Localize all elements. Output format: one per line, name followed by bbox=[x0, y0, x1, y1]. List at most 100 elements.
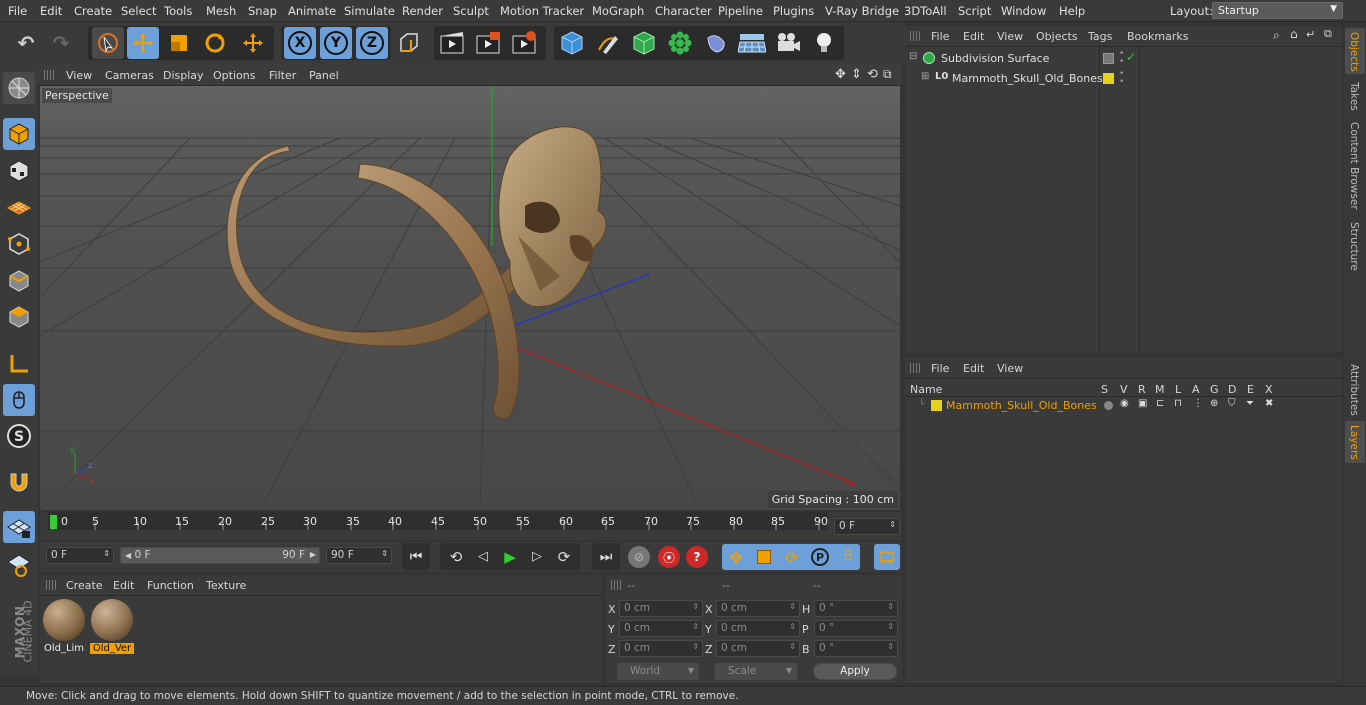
objects-menu-objects[interactable]: Objects bbox=[1036, 30, 1078, 43]
size-z-field[interactable]: 0 cm ⇕ bbox=[716, 640, 800, 657]
objects-menu-edit[interactable]: Edit bbox=[963, 30, 984, 43]
panel-grip-icon[interactable] bbox=[910, 363, 920, 373]
y-axis-lock-button[interactable]: Y bbox=[320, 27, 352, 59]
material-menu-texture[interactable]: Texture bbox=[206, 579, 246, 592]
menu-render[interactable]: Render bbox=[402, 4, 443, 18]
column-deformers[interactable]: D bbox=[1228, 383, 1236, 396]
column-render[interactable]: R bbox=[1138, 383, 1146, 396]
snapping-magnet-icon[interactable] bbox=[3, 466, 35, 498]
viewport-menu-display[interactable]: Display bbox=[163, 69, 204, 82]
visibility-dots-icon[interactable]: • • bbox=[1119, 50, 1124, 67]
collapse-toggle-icon[interactable]: ⊟ bbox=[909, 51, 917, 62]
scale-mode-select[interactable]: Scale ▼ bbox=[715, 663, 797, 680]
planar-workplane-icon[interactable] bbox=[3, 548, 35, 580]
timeline-window-icon[interactable]: 🎞 bbox=[874, 544, 900, 570]
column-locked[interactable]: L bbox=[1175, 383, 1181, 396]
lock-icon[interactable]: ⊓ bbox=[1174, 398, 1182, 409]
redo-icon[interactable]: ↷ bbox=[45, 27, 77, 59]
menu-script[interactable]: Script bbox=[958, 4, 991, 18]
camera-icon[interactable] bbox=[772, 27, 804, 59]
solo-mode-icon[interactable]: S bbox=[3, 420, 35, 452]
menu-window[interactable]: Window bbox=[1001, 4, 1046, 18]
column-view[interactable]: V bbox=[1120, 383, 1128, 396]
size-x-field[interactable]: 0 cm ⇕ bbox=[716, 600, 800, 617]
floor-environment-icon[interactable] bbox=[736, 27, 768, 59]
menu-mograph[interactable]: MoGraph bbox=[592, 4, 644, 18]
layer-name[interactable]: Mammoth_Skull_Old_Bones bbox=[946, 399, 1097, 412]
rotate-tool-icon[interactable] bbox=[199, 27, 231, 59]
previous-frame-icon[interactable]: ◁ bbox=[470, 543, 496, 570]
record-pla-icon[interactable]: ⠿ bbox=[836, 545, 860, 569]
scale-tool-icon[interactable] bbox=[163, 27, 195, 59]
viewport-menu-filter[interactable]: Filter bbox=[269, 69, 296, 82]
current-frame-field[interactable]: 0 F ⇕ bbox=[834, 518, 900, 535]
rot-b-field[interactable]: 0 ° ⇕ bbox=[814, 640, 898, 657]
layer-color-chip[interactable] bbox=[1103, 53, 1114, 64]
range-left-arrow-icon[interactable]: ◀ bbox=[125, 551, 131, 560]
search-icon[interactable]: ⌕ bbox=[1273, 28, 1280, 43]
camera-label[interactable]: Perspective bbox=[42, 88, 112, 103]
menu-sculpt[interactable]: Sculpt bbox=[453, 4, 489, 18]
menu-file[interactable]: File bbox=[8, 4, 27, 18]
texture-mode-icon[interactable] bbox=[3, 155, 35, 187]
new-view-icon[interactable]: ⧉ bbox=[1324, 27, 1332, 41]
point-mode-icon[interactable] bbox=[3, 228, 35, 260]
end-frame-field[interactable]: 90 F ⇕ bbox=[326, 547, 392, 564]
record-active-objects-icon[interactable]: ⦿ bbox=[658, 546, 680, 568]
cloner-icon[interactable] bbox=[664, 27, 696, 59]
3d-viewport[interactable]: y z x Perspective Grid Spacing : 100 cm bbox=[40, 86, 900, 510]
expression-icon[interactable]: ⏷ bbox=[1246, 398, 1254, 409]
record-scale-icon[interactable] bbox=[752, 545, 776, 569]
spinner-icon[interactable]: ⇕ bbox=[692, 642, 699, 651]
spinner-icon[interactable]: ⇕ bbox=[887, 602, 894, 611]
tab-attributes[interactable]: Attributes bbox=[1345, 360, 1365, 418]
render-settings-icon[interactable] bbox=[508, 27, 540, 59]
menu-animate[interactable]: Animate bbox=[288, 4, 336, 18]
home-icon[interactable]: ⌂ bbox=[1290, 27, 1298, 41]
cube-icon[interactable] bbox=[556, 27, 588, 59]
spinner-icon[interactable]: ⇕ bbox=[692, 602, 699, 611]
tab-objects[interactable]: Objects bbox=[1345, 28, 1365, 74]
polygon-mode-icon[interactable] bbox=[3, 301, 35, 333]
play-forward-icon[interactable]: ▶ bbox=[497, 543, 523, 570]
pos-y-field[interactable]: 0 cm ⇕ bbox=[619, 620, 703, 637]
visibility-dots-icon[interactable]: • • bbox=[1119, 70, 1124, 87]
spinner-icon[interactable]: ⇕ bbox=[381, 549, 388, 558]
menu-vray-bridge[interactable]: V-Ray Bridge bbox=[825, 4, 899, 18]
enabled-check-icon[interactable]: ✓ bbox=[1126, 50, 1136, 64]
apply-button[interactable]: Apply bbox=[813, 663, 897, 680]
viewport-menu-view[interactable]: View bbox=[66, 69, 92, 82]
spinner-icon[interactable]: ⇕ bbox=[789, 622, 796, 631]
next-key-icon[interactable]: ⟳ bbox=[551, 543, 577, 570]
spinner-icon[interactable]: ⇕ bbox=[887, 622, 894, 631]
rotate-view-icon[interactable]: ⟲ bbox=[867, 67, 878, 82]
subdivision-surface-icon[interactable] bbox=[628, 27, 660, 59]
render-view-icon[interactable] bbox=[436, 27, 468, 59]
layer-row[interactable]: └ Mammoth_Skull_Old_Bones ◉ ▣ ⊏ ⊓ ⋮ ⊕ ⛉ … bbox=[905, 398, 1342, 414]
column-expressions[interactable]: E bbox=[1247, 383, 1254, 396]
menu-tools[interactable]: Tools bbox=[164, 4, 192, 18]
object-name[interactable]: Subdivision Surface bbox=[941, 52, 1049, 65]
viewport-menu-panel[interactable]: Panel bbox=[309, 69, 339, 82]
tab-takes[interactable]: Takes bbox=[1345, 78, 1365, 114]
tab-layers[interactable]: Layers bbox=[1345, 421, 1365, 463]
coordinate-system-icon[interactable] bbox=[393, 27, 425, 59]
spinner-icon[interactable]: ⇕ bbox=[789, 602, 796, 611]
material-swatch[interactable]: Old_Lim bbox=[42, 598, 86, 656]
generator-icon[interactable]: ⊕ bbox=[1210, 398, 1218, 409]
spinner-icon[interactable]: ⇕ bbox=[103, 549, 110, 558]
pos-z-field[interactable]: 0 cm ⇕ bbox=[619, 640, 703, 657]
expand-toggle-icon[interactable]: ⊞ bbox=[921, 71, 929, 82]
panel-grip-icon[interactable] bbox=[44, 70, 54, 80]
panel-grip-icon[interactable] bbox=[910, 31, 920, 41]
material-swatch-selected[interactable]: Old_Ver bbox=[90, 598, 134, 656]
layers-menu-edit[interactable]: Edit bbox=[963, 362, 984, 375]
pen-spline-icon[interactable] bbox=[592, 27, 624, 59]
light-icon[interactable] bbox=[808, 27, 840, 59]
rot-h-field[interactable]: 0 ° ⇕ bbox=[814, 600, 898, 617]
solo-dot-icon[interactable] bbox=[1104, 401, 1113, 410]
size-y-field[interactable]: 0 cm ⇕ bbox=[716, 620, 800, 637]
previous-key-icon[interactable]: ⟲ bbox=[443, 543, 469, 570]
deformer-shield-icon[interactable]: ⛉ bbox=[1228, 398, 1236, 409]
spinner-icon[interactable]: ⇕ bbox=[789, 642, 796, 651]
